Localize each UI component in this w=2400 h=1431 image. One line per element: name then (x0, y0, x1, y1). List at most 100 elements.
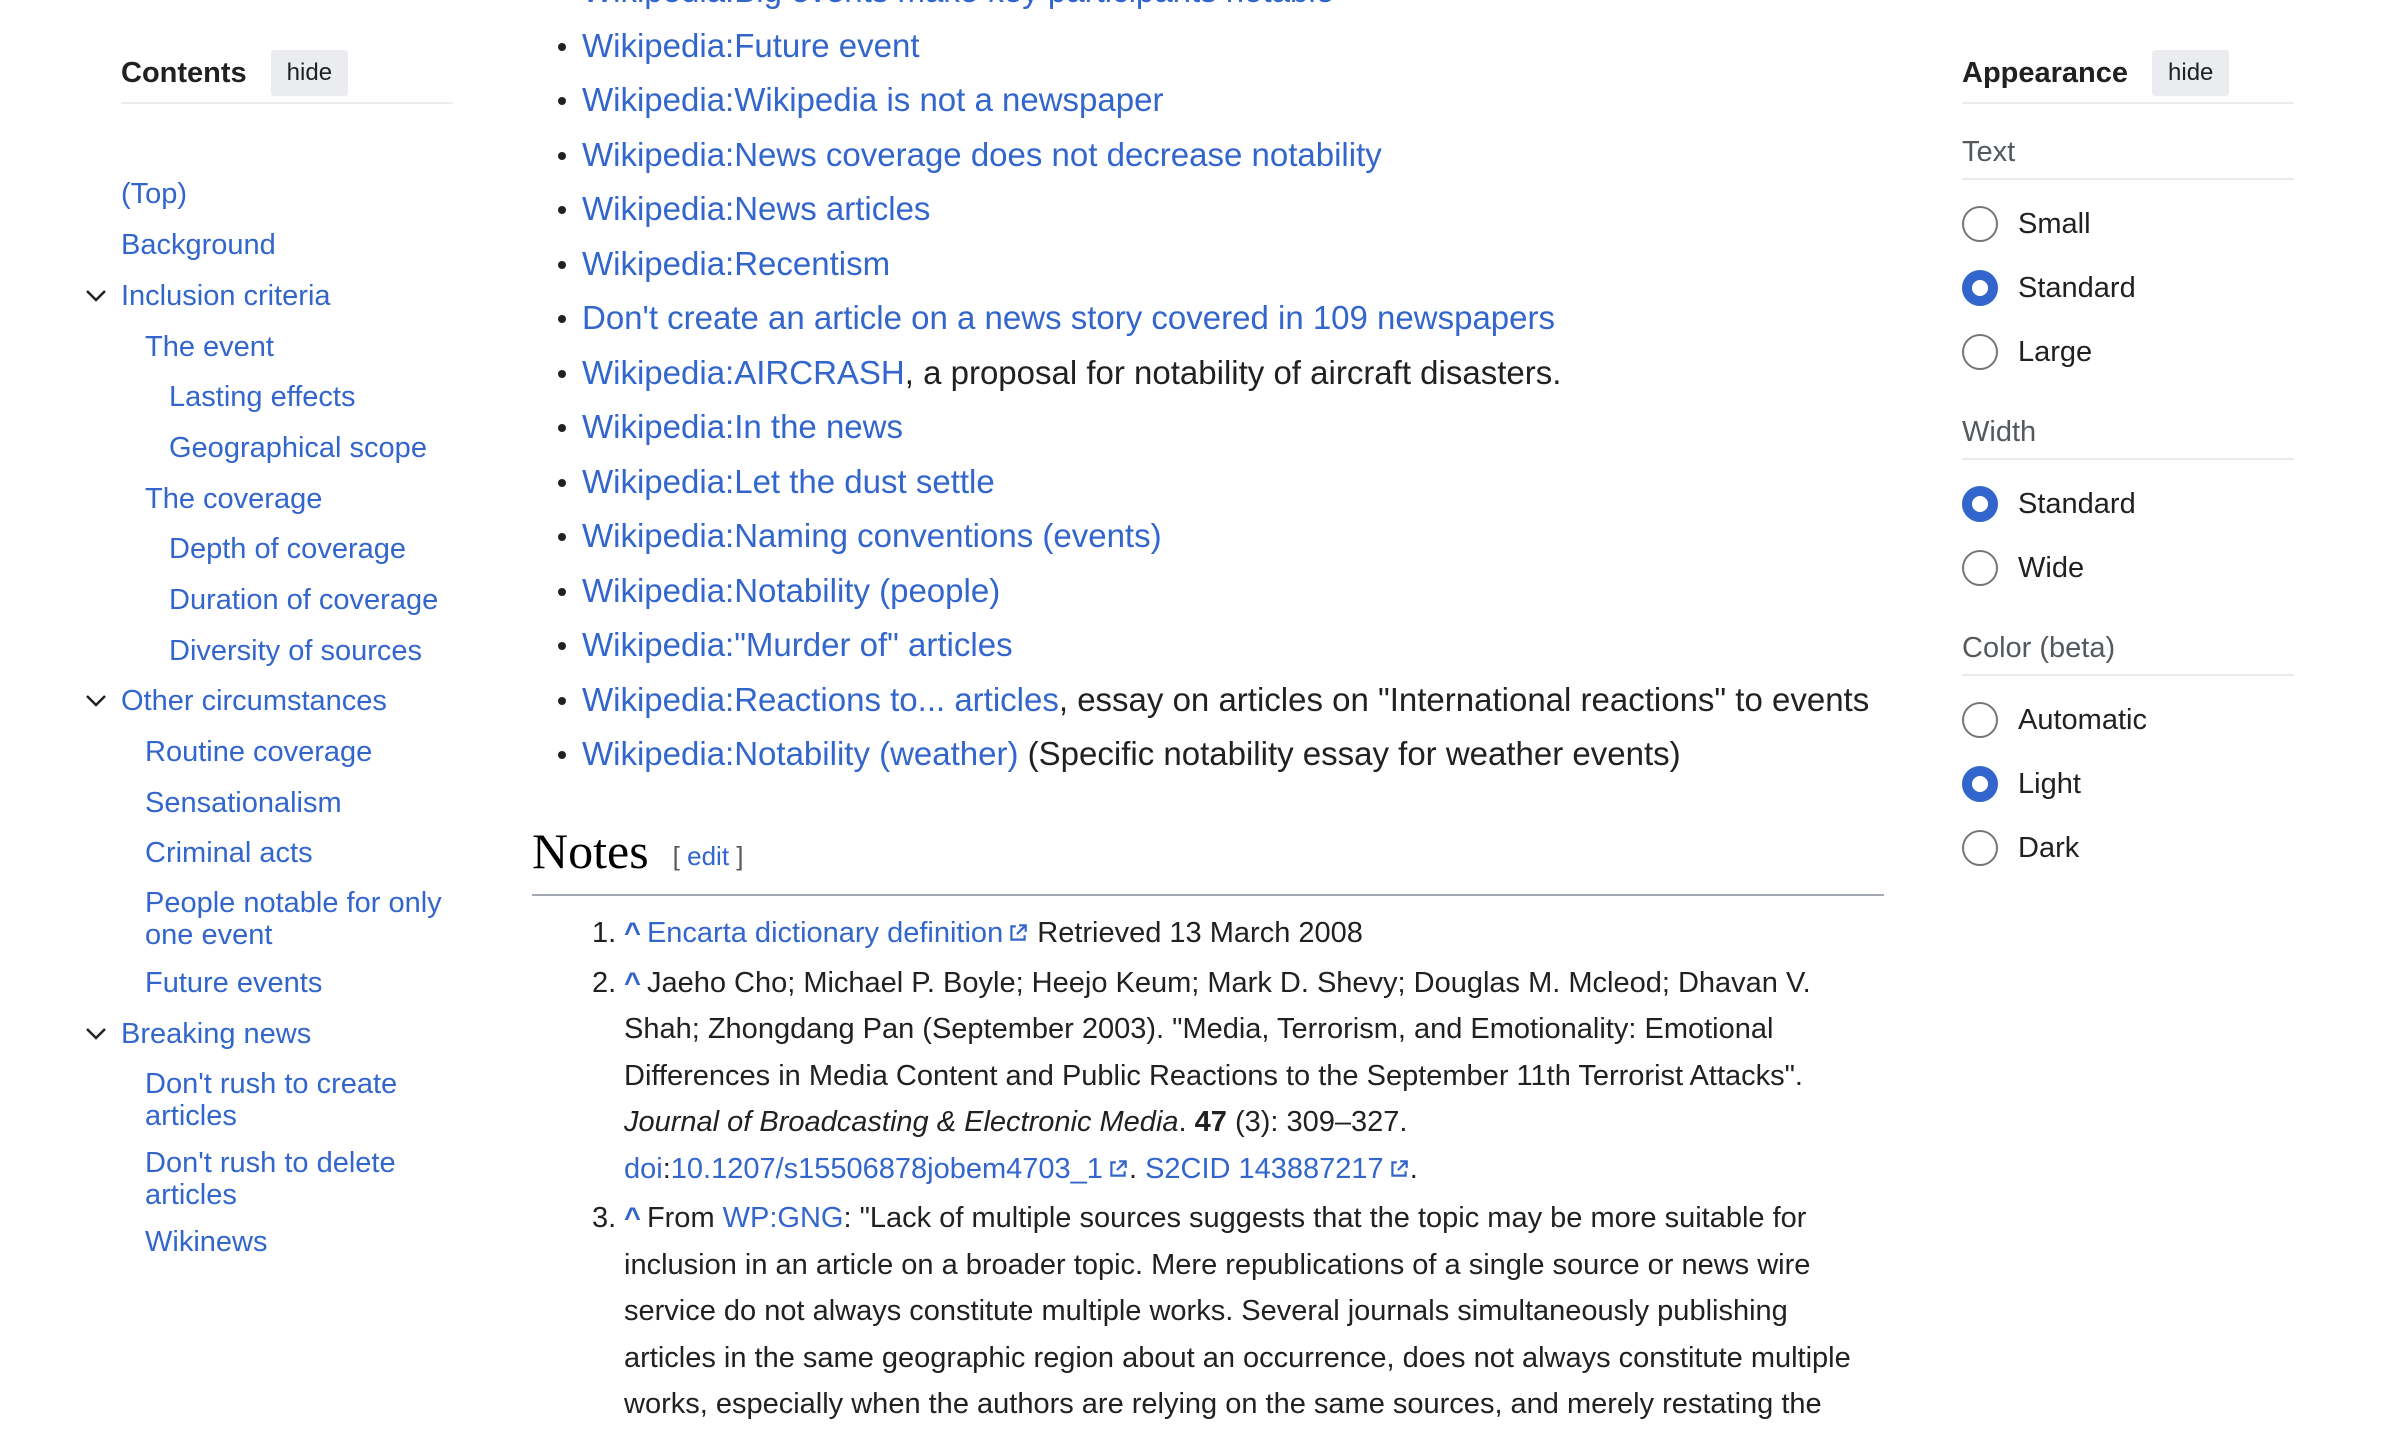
toc-hide-button[interactable]: hide (270, 50, 349, 96)
wp-gng-link[interactable]: WP:GNG (723, 1202, 844, 1234)
radio-option-color-beta-automatic[interactable]: Automatic (1962, 688, 2294, 752)
radio-option-text-large[interactable]: Large (1962, 320, 2294, 384)
chevron-down-icon[interactable] (81, 282, 111, 310)
see-also-link[interactable]: Wikipedia:Future event (582, 27, 920, 64)
toc-item-people-notable-for-only-one-event[interactable]: People notable for only one event (145, 887, 453, 951)
see-also-link[interactable]: Wikipedia:Big events make key participan… (582, 0, 1334, 9)
toc-link[interactable]: Wikinews (145, 1226, 267, 1258)
toc-item-criminal-acts[interactable]: Criminal acts (145, 837, 453, 869)
toc-link[interactable]: Don't rush to create articles (145, 1068, 397, 1132)
radio-checked-icon[interactable] (1962, 486, 1998, 522)
toc-item-geographical-scope[interactable]: Geographical scope (169, 432, 453, 464)
see-also-link[interactable]: Wikipedia:News articles (582, 190, 930, 227)
radio-option-text-small[interactable]: Small (1962, 192, 2294, 256)
chevron-down-icon[interactable] (81, 687, 111, 715)
toc-item-don-t-rush-to-create-articles[interactable]: Don't rush to create articles (145, 1068, 453, 1132)
toc-link[interactable]: Breaking news (121, 1018, 311, 1050)
toc-item-top[interactable]: (Top) (121, 178, 453, 210)
appearance-group-label-color-beta: Color (beta) (1962, 622, 2294, 676)
reference-item: 1. ^ Encarta dictionary definition Retrie… (532, 910, 1884, 957)
doi-separator: : (662, 1152, 671, 1185)
backlink-caret[interactable]: ^ (624, 967, 641, 999)
radio-unchecked-icon[interactable] (1962, 830, 1998, 866)
toc-link[interactable]: Sensationalism (145, 787, 342, 819)
see-also-link[interactable]: Wikipedia:Notability (people) (582, 572, 1000, 609)
radio-label: Small (2018, 207, 2091, 240)
see-also-link[interactable]: Wikipedia:Wikipedia is not a newspaper (582, 81, 1163, 118)
see-also-link[interactable]: Wikipedia:News coverage does not decreas… (582, 136, 1382, 173)
backlink-caret[interactable]: ^ (624, 917, 641, 949)
toc-link[interactable]: Duration of coverage (169, 584, 438, 616)
toc-item-breaking-news[interactable]: Breaking news (86, 1018, 453, 1050)
toc-link[interactable]: Inclusion criteria (121, 280, 331, 312)
radio-label: Standard (2018, 271, 2136, 304)
toc-link[interactable]: Don't rush to delete articles (145, 1147, 396, 1211)
toc-link[interactable]: Other circumstances (121, 685, 387, 717)
radio-label: Standard (2018, 487, 2136, 520)
list-item: Wikipedia:Wikipedia is not a newspaper (532, 73, 1884, 128)
see-also-link[interactable]: Wikipedia:In the news (582, 408, 903, 445)
volume: 47 (1194, 1106, 1227, 1138)
radio-unchecked-icon[interactable] (1962, 334, 1998, 370)
toc-item-background[interactable]: Background (121, 229, 453, 261)
toc-link[interactable]: The coverage (145, 483, 322, 515)
toc-item-duration-of-coverage[interactable]: Duration of coverage (169, 584, 453, 616)
radio-checked-icon[interactable] (1962, 766, 1998, 802)
backlink-caret[interactable]: ^ (624, 1202, 641, 1234)
radio-unchecked-icon[interactable] (1962, 702, 1998, 738)
radio-checked-icon[interactable] (1962, 270, 1998, 306)
see-also-link[interactable]: Wikipedia:"Murder of" articles (582, 626, 1013, 663)
toc-item-depth-of-coverage[interactable]: Depth of coverage (169, 533, 453, 565)
toc-item-wikinews[interactable]: Wikinews (145, 1226, 453, 1258)
toc-item-future-events[interactable]: Future events (145, 967, 453, 999)
toc-link[interactable]: Future events (145, 967, 322, 999)
toc-link[interactable]: Geographical scope (169, 432, 427, 464)
see-also-link[interactable]: Wikipedia:Recentism (582, 245, 890, 282)
toc-link[interactable]: (Top) (121, 178, 187, 210)
toc-item-routine-coverage[interactable]: Routine coverage (145, 736, 453, 768)
toc-item-lasting-effects[interactable]: Lasting effects (169, 381, 453, 413)
radio-option-width-wide[interactable]: Wide (1962, 536, 2294, 600)
see-also-link[interactable]: Don't create an article on a news story … (582, 299, 1555, 336)
toc-item-the-coverage[interactable]: The coverage (145, 483, 453, 515)
citation-separator: . (1178, 1106, 1195, 1138)
list-item-text: , essay on articles on "International re… (1058, 680, 1870, 718)
see-also-link[interactable]: Wikipedia:Reactions to... articles (582, 681, 1059, 718)
edit-section-link[interactable]: edit (687, 841, 729, 871)
encarta-link[interactable]: Encarta dictionary definition (647, 917, 1003, 949)
toc-item-inclusion-criteria[interactable]: Inclusion criteria (86, 280, 453, 312)
radio-option-text-standard[interactable]: Standard (1962, 256, 2294, 320)
toc-link[interactable]: Diversity of sources (169, 635, 422, 667)
toc-item-sensationalism[interactable]: Sensationalism (145, 787, 453, 819)
doi-label-link[interactable]: doi (624, 1153, 663, 1185)
toc-link[interactable]: People notable for only one event (145, 887, 442, 951)
toc-item-diversity-of-sources[interactable]: Diversity of sources (169, 635, 453, 667)
toc-link[interactable]: Lasting effects (169, 381, 355, 413)
toc-link[interactable]: The event (145, 331, 274, 363)
toc-header: Contents hide (121, 44, 453, 104)
radio-group-width: Standard Wide (1962, 472, 2294, 600)
radio-unchecked-icon[interactable] (1962, 206, 1998, 242)
toc-item-the-event[interactable]: The event (145, 331, 453, 363)
radio-option-color-beta-dark[interactable]: Dark (1962, 816, 2294, 880)
radio-option-width-standard[interactable]: Standard (1962, 472, 2294, 536)
see-also-link[interactable]: Wikipedia:Let the dust settle (582, 463, 995, 500)
toc-link[interactable]: Criminal acts (145, 837, 313, 869)
s2cid-link[interactable]: S2CID 143887217 (1145, 1153, 1384, 1185)
see-also-link[interactable]: Wikipedia:Notability (weather) (582, 735, 1019, 772)
reference-number: 2. (592, 966, 617, 999)
radio-label: Wide (2018, 551, 2085, 584)
appearance-hide-button[interactable]: hide (2152, 50, 2230, 96)
toc-link[interactable]: Routine coverage (145, 736, 372, 768)
see-also-link[interactable]: Wikipedia:AIRCRASH (582, 354, 905, 391)
radio-option-color-beta-light[interactable]: Light (1962, 752, 2294, 816)
external-link-icon (1391, 1159, 1408, 1177)
toc-item-don-t-rush-to-delete-articles[interactable]: Don't rush to delete articles (145, 1147, 453, 1211)
see-also-link[interactable]: Wikipedia:Naming conventions (events) (582, 517, 1162, 554)
chevron-down-icon[interactable] (81, 1020, 111, 1048)
toc-link[interactable]: Depth of coverage (169, 533, 406, 565)
radio-unchecked-icon[interactable] (1962, 550, 1998, 586)
toc-item-other-circumstances[interactable]: Other circumstances (86, 685, 453, 717)
doi-link[interactable]: 10.1207/s15506878jobem4703_1 (671, 1153, 1103, 1185)
toc-link[interactable]: Background (121, 229, 276, 261)
